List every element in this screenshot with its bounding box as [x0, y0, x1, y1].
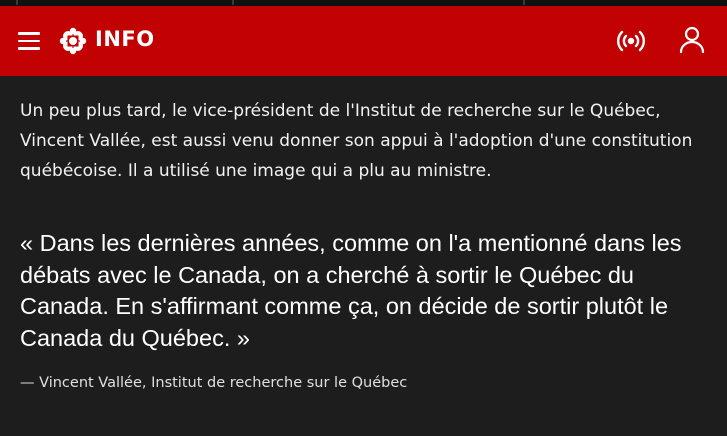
cbc-gem-logo-icon[interactable]: [58, 26, 88, 56]
sliver-tick: [232, 0, 234, 5]
site-header: INFO: [0, 6, 727, 76]
hamburger-menu-icon[interactable]: [18, 32, 40, 50]
quote-attribution: — Vincent Vallée, Institut de recherche …: [20, 375, 408, 391]
sliver-tick: [16, 0, 18, 5]
brand-title[interactable]: INFO: [95, 27, 155, 51]
sliver-tick: [523, 0, 525, 5]
live-broadcast-icon[interactable]: [617, 28, 645, 54]
pull-quote: « Dans les dernières années, comme on l'…: [20, 230, 682, 351]
article-body: Un peu plus tard, le vice-président de l…: [20, 96, 710, 186]
user-account-icon[interactable]: [679, 26, 705, 54]
article-paragraph: Un peu plus tard, le vice-président de l…: [20, 101, 693, 181]
